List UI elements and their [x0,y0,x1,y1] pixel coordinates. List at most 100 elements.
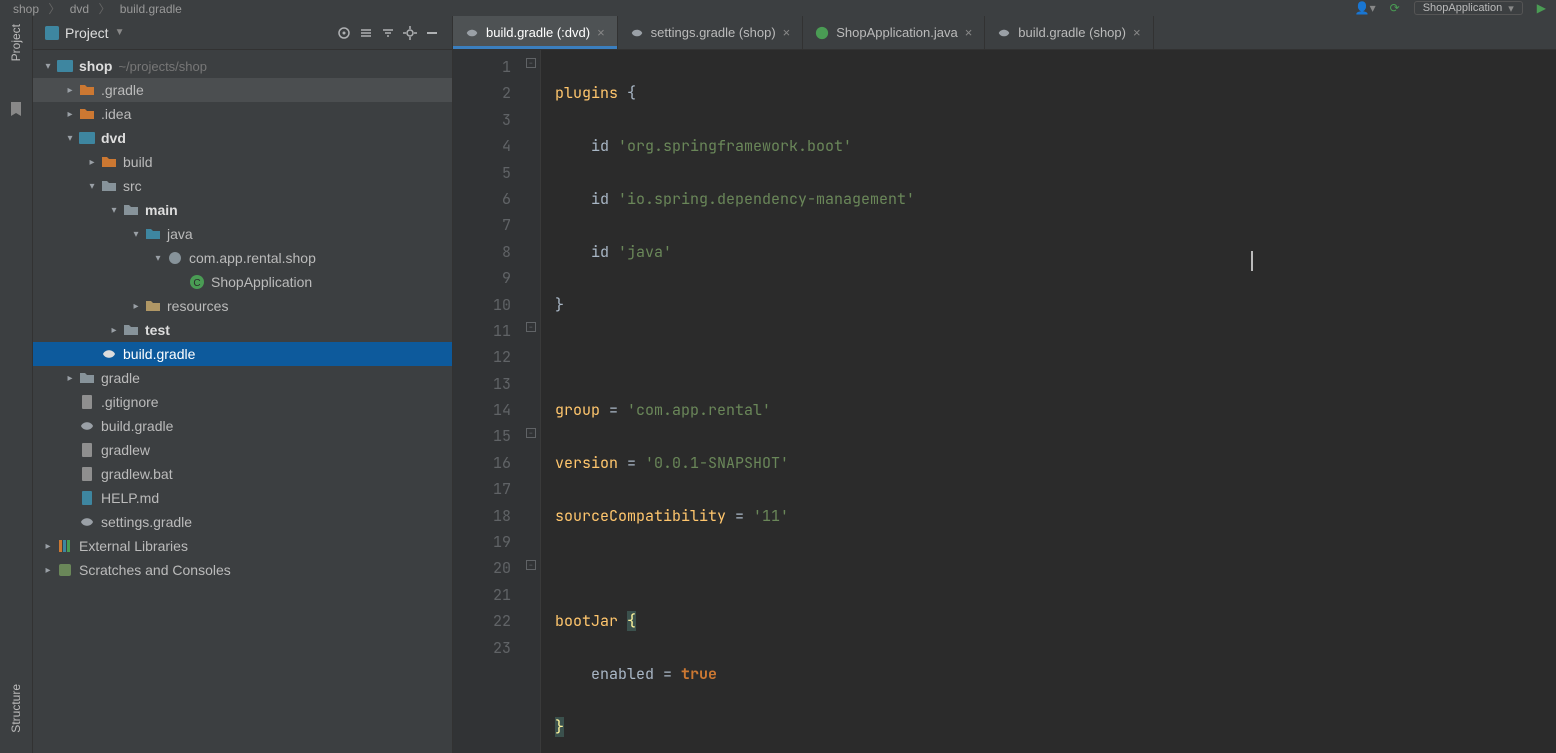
chevron-right-icon[interactable]: ▸ [63,371,77,385]
build-icon[interactable]: ⟳ [1390,1,1400,15]
fold-toggle-icon[interactable]: − [526,560,536,570]
chevron-down-icon[interactable]: ▾ [129,227,143,241]
tab-build-gradle-shop[interactable]: build.gradle (shop) × [985,16,1153,49]
file-icon [79,394,95,410]
tool-project[interactable]: Project [9,24,23,61]
tree-build[interactable]: ▸ build [33,150,452,174]
run-icon[interactable]: ▶ [1537,1,1546,15]
crumb-file[interactable]: build.gradle [120,2,182,16]
gear-icon[interactable] [402,25,418,41]
tree-package[interactable]: ▾ com.app.rental.shop [33,246,452,270]
tree-build-gradle-dvd[interactable]: build.gradle [33,342,452,366]
project-header: Project ▼ [33,16,452,50]
line-number[interactable]: 16 [453,450,511,476]
fold-toggle-icon[interactable]: − [526,428,536,438]
close-icon[interactable]: × [597,25,605,40]
line-number[interactable]: 5 [453,160,511,186]
tree-src[interactable]: ▾ src [33,174,452,198]
minimize-icon[interactable] [424,25,440,41]
tab-shop-application[interactable]: ShopApplication.java × [803,16,985,49]
fold-strip[interactable]: − − − − [523,50,541,753]
line-number[interactable]: 10 [453,292,511,318]
locate-icon[interactable] [336,25,352,41]
line-number[interactable]: 14 [453,397,511,423]
tree-gradlew-bat[interactable]: gradlew.bat [33,462,452,486]
tab-build-gradle-dvd[interactable]: build.gradle (:dvd) × [453,16,618,49]
gradle-file-icon [465,26,479,40]
tree-help[interactable]: HELP.md [33,486,452,510]
chevron-right-icon[interactable]: ▸ [63,107,77,121]
line-number[interactable]: 12 [453,344,511,370]
tree-gradle-dir[interactable]: ▸ .gradle [33,78,452,102]
tree-label: gradlew [101,442,150,458]
line-number[interactable]: 8 [453,239,511,265]
tree-label: dvd [101,130,126,146]
line-number[interactable]: 15 [453,423,511,449]
chevron-down-icon[interactable]: ▾ [85,179,99,193]
line-number[interactable]: 3 [453,107,511,133]
line-number[interactable]: 1 [453,54,511,80]
collapse-all-icon[interactable] [380,25,396,41]
line-number[interactable]: 18 [453,503,511,529]
chevron-right-icon[interactable]: ▸ [41,539,55,553]
tree-settings-gradle[interactable]: settings.gradle [33,510,452,534]
tree-resources[interactable]: ▸ resources [33,294,452,318]
crumb-dvd[interactable]: dvd [70,2,89,16]
expand-all-icon[interactable] [358,25,374,41]
close-icon[interactable]: × [1133,25,1141,40]
tree-idea-dir[interactable]: ▸ .idea [33,102,452,126]
code-area[interactable]: 1 2 3 4 5 6 7 8 9 10 11 12 13 14 15 16 1… [453,50,1556,753]
tree-main[interactable]: ▾ main [33,198,452,222]
chevron-right-icon[interactable]: ▸ [107,323,121,337]
tree-java[interactable]: ▾ java [33,222,452,246]
chevron-down-icon[interactable]: ▾ [151,251,165,265]
line-number[interactable]: 6 [453,186,511,212]
tab-label: ShopApplication.java [836,25,957,40]
tab-settings-gradle[interactable]: settings.gradle (shop) × [618,16,804,49]
gradle-file-icon [101,346,117,362]
chevron-right-icon[interactable]: ▸ [41,563,55,577]
line-gutter[interactable]: 1 2 3 4 5 6 7 8 9 10 11 12 13 14 15 16 1… [453,50,523,753]
tool-structure[interactable]: Structure [9,684,23,733]
run-config-selector[interactable]: ShopApplication ▾ [1414,1,1523,15]
tree-label: test [145,322,170,338]
line-number[interactable]: 2 [453,80,511,106]
close-icon[interactable]: × [965,25,973,40]
chevron-down-icon[interactable]: ▾ [41,59,55,73]
line-number[interactable]: 23 [453,635,511,661]
line-number[interactable]: 4 [453,133,511,159]
tree-external-libraries[interactable]: ▸ External Libraries [33,534,452,558]
chevron-down-icon[interactable]: ▾ [107,203,121,217]
line-number[interactable]: 22 [453,608,511,634]
tree-gradle-dir2[interactable]: ▸ gradle [33,366,452,390]
tree-dvd[interactable]: ▾ dvd [33,126,452,150]
line-number[interactable]: 21 [453,582,511,608]
tree-test[interactable]: ▸ test [33,318,452,342]
line-number[interactable]: 13 [453,371,511,397]
chevron-right-icon[interactable]: ▸ [129,299,143,313]
line-number[interactable]: 20 [453,555,511,581]
tree-root[interactable]: ▾ shop ~/projects/shop [33,54,452,78]
chevron-down-icon[interactable]: ▾ [63,131,77,145]
line-number[interactable]: 19 [453,529,511,555]
project-tree[interactable]: ▾ shop ~/projects/shop ▸ .gradle ▸ .idea… [33,50,452,753]
chevron-right-icon[interactable]: ▸ [63,83,77,97]
close-icon[interactable]: × [783,25,791,40]
tree-app-class[interactable]: C ShopApplication [33,270,452,294]
line-number[interactable]: 17 [453,476,511,502]
chevron-right-icon[interactable]: ▸ [85,155,99,169]
tree-gradlew[interactable]: gradlew [33,438,452,462]
line-number[interactable]: 11 [453,318,511,344]
fold-toggle-icon[interactable]: − [526,322,536,332]
crumb-shop[interactable]: shop [13,2,39,16]
bookmarks-icon[interactable] [8,101,24,117]
tree-build-gradle-root[interactable]: build.gradle [33,414,452,438]
tree-gitignore[interactable]: .gitignore [33,390,452,414]
tree-scratches[interactable]: ▸ Scratches and Consoles [33,558,452,582]
fold-toggle-icon[interactable]: − [526,58,536,68]
line-number[interactable]: 7 [453,212,511,238]
code-text[interactable]: plugins { id 'org.springframework.boot' … [541,50,1556,753]
line-number[interactable]: 9 [453,265,511,291]
user-icon[interactable]: 👤▾ [1355,1,1376,15]
chevron-down-icon[interactable]: ▼ [115,27,125,38]
